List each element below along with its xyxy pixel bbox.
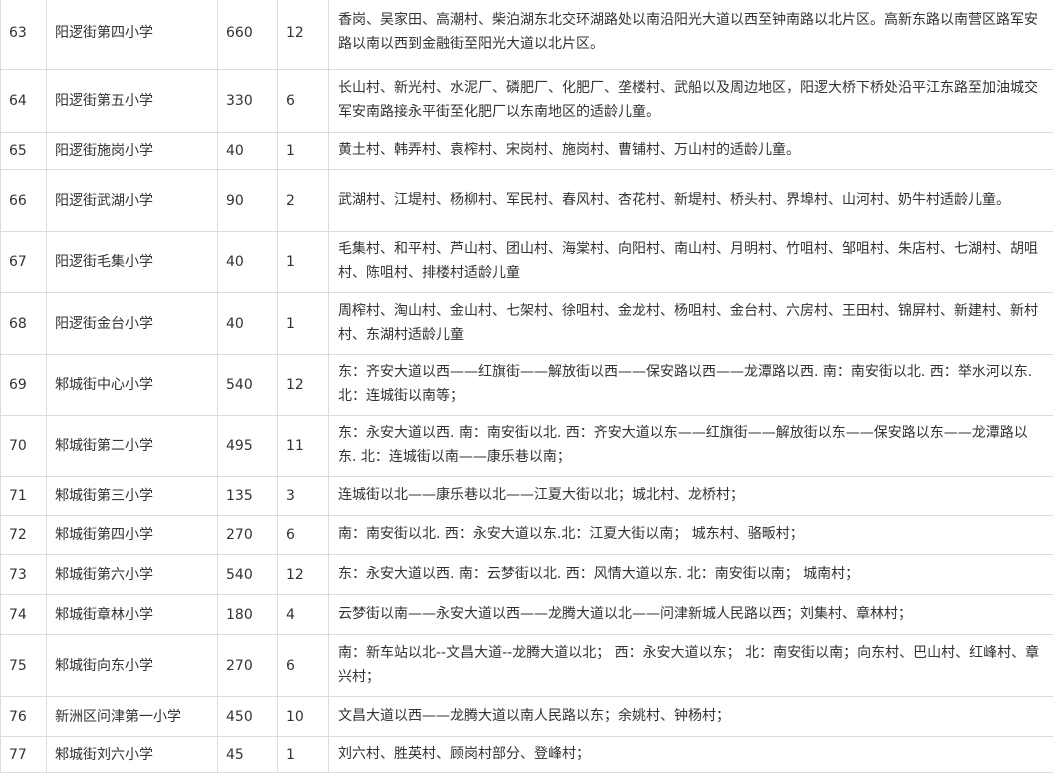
enrollment-area: 刘六村、胜英村、顾岗村部分、登峰村；: [329, 737, 1053, 773]
class-count: 1: [278, 737, 329, 773]
student-count: 540: [218, 555, 278, 595]
table-row: 72 邾城街第四小学 270 6 南：南安街以北. 西：永安大道以东.北：江夏大…: [1, 516, 1053, 555]
school-name: 阳逻街施岗小学: [47, 133, 218, 170]
school-name: 邾城街第三小学: [47, 477, 218, 516]
class-count: 1: [278, 293, 329, 355]
student-count: 270: [218, 635, 278, 697]
table-row: 75 邾城街向东小学 270 6 南：新车站以北--文昌大道--龙腾大道以北； …: [1, 635, 1053, 697]
class-count: 1: [278, 133, 329, 170]
enrollment-area: 周榨村、淘山村、金山村、七架村、徐咀村、金龙村、杨咀村、金台村、六房村、王田村、…: [329, 293, 1053, 355]
table-row: 67 阳逻街毛集小学 40 1 毛集村、和平村、芦山村、团山村、海棠村、向阳村、…: [1, 232, 1053, 293]
enrollment-area: 云梦街以南——永安大道以西——龙腾大道以北——问津新城人民路以西；刘集村、章林村…: [329, 595, 1053, 635]
row-number: 66: [1, 170, 47, 232]
row-number: 75: [1, 635, 47, 697]
student-count: 180: [218, 595, 278, 635]
enrollment-area: 长山村、新光村、水泥厂、磷肥厂、化肥厂、垄楼村、武船以及周边地区，阳逻大桥下桥处…: [329, 70, 1053, 133]
enrollment-area: 毛集村、和平村、芦山村、团山村、海棠村、向阳村、南山村、月明村、竹咀村、邹咀村、…: [329, 232, 1053, 293]
school-name: 邾城街章林小学: [47, 595, 218, 635]
school-name: 邾城街第四小学: [47, 516, 218, 555]
table-row: 74 邾城街章林小学 180 4 云梦街以南——永安大道以西——龙腾大道以北——…: [1, 595, 1053, 635]
table-row: 64 阳逻街第五小学 330 6 长山村、新光村、水泥厂、磷肥厂、化肥厂、垄楼村…: [1, 70, 1053, 133]
row-number: 74: [1, 595, 47, 635]
school-name: 邾城街中心小学: [47, 355, 218, 416]
student-count: 40: [218, 293, 278, 355]
enrollment-area: 南：新车站以北--文昌大道--龙腾大道以北； 西：永安大道以东； 北：南安街以南…: [329, 635, 1053, 697]
school-name: 邾城街第六小学: [47, 555, 218, 595]
row-number: 73: [1, 555, 47, 595]
row-number: 64: [1, 70, 47, 133]
class-count: 12: [278, 555, 329, 595]
school-name: 阳逻街第五小学: [47, 70, 218, 133]
row-number: 72: [1, 516, 47, 555]
row-number: 76: [1, 697, 47, 737]
enrollment-area: 东：永安大道以西. 南：云梦街以北. 西：风情大道以东. 北：南安街以南； 城南…: [329, 555, 1053, 595]
class-count: 2: [278, 170, 329, 232]
class-count: 11: [278, 416, 329, 477]
row-number: 71: [1, 477, 47, 516]
class-count: 6: [278, 70, 329, 133]
class-count: 6: [278, 516, 329, 555]
school-name: 阳逻街武湖小学: [47, 170, 218, 232]
table-body: 63 阳逻街第四小学 660 12 香岗、吴家田、高潮村、柴泊湖东北交环湖路处以…: [1, 0, 1053, 773]
student-count: 40: [218, 232, 278, 293]
school-district-table: 63 阳逻街第四小学 660 12 香岗、吴家田、高潮村、柴泊湖东北交环湖路处以…: [0, 0, 1053, 773]
table-row: 65 阳逻街施岗小学 40 1 黄土村、韩弄村、袁榨村、宋岗村、施岗村、曹铺村、…: [1, 133, 1053, 170]
student-count: 540: [218, 355, 278, 416]
row-number: 69: [1, 355, 47, 416]
class-count: 3: [278, 477, 329, 516]
row-number: 68: [1, 293, 47, 355]
class-count: 4: [278, 595, 329, 635]
row-number: 77: [1, 737, 47, 773]
table-row: 69 邾城街中心小学 540 12 东：齐安大道以西——红旗街——解放街以西——…: [1, 355, 1053, 416]
school-name: 邾城街刘六小学: [47, 737, 218, 773]
table-row: 76 新洲区问津第一小学 450 10 文昌大道以西——龙腾大道以南人民路以东；…: [1, 697, 1053, 737]
school-name: 阳逻街第四小学: [47, 0, 218, 70]
row-number: 67: [1, 232, 47, 293]
enrollment-area: 文昌大道以西——龙腾大道以南人民路以东；余姚村、钟杨村；: [329, 697, 1053, 737]
class-count: 1: [278, 232, 329, 293]
table-row: 68 阳逻街金台小学 40 1 周榨村、淘山村、金山村、七架村、徐咀村、金龙村、…: [1, 293, 1053, 355]
enrollment-area: 武湖村、江堤村、杨柳村、军民村、春风村、杏花村、新堤村、桥头村、界埠村、山河村、…: [329, 170, 1053, 232]
enrollment-area: 南：南安街以北. 西：永安大道以东.北：江夏大街以南； 城东村、骆畈村；: [329, 516, 1053, 555]
row-number: 70: [1, 416, 47, 477]
table-row: 77 邾城街刘六小学 45 1 刘六村、胜英村、顾岗村部分、登峰村；: [1, 737, 1053, 773]
enrollment-area: 连城街以北——康乐巷以北——江夏大街以北；城北村、龙桥村；: [329, 477, 1053, 516]
table-row: 71 邾城街第三小学 135 3 连城街以北——康乐巷以北——江夏大街以北；城北…: [1, 477, 1053, 516]
student-count: 450: [218, 697, 278, 737]
class-count: 6: [278, 635, 329, 697]
row-number: 65: [1, 133, 47, 170]
student-count: 90: [218, 170, 278, 232]
student-count: 135: [218, 477, 278, 516]
student-count: 495: [218, 416, 278, 477]
student-count: 270: [218, 516, 278, 555]
student-count: 660: [218, 0, 278, 70]
school-name: 新洲区问津第一小学: [47, 697, 218, 737]
class-count: 12: [278, 0, 329, 70]
student-count: 40: [218, 133, 278, 170]
table-row: 66 阳逻街武湖小学 90 2 武湖村、江堤村、杨柳村、军民村、春风村、杏花村、…: [1, 170, 1053, 232]
table-row: 70 邾城街第二小学 495 11 东：永安大道以西. 南：南安街以北. 西：齐…: [1, 416, 1053, 477]
class-count: 12: [278, 355, 329, 416]
enrollment-area: 黄土村、韩弄村、袁榨村、宋岗村、施岗村、曹铺村、万山村的适龄儿童。: [329, 133, 1053, 170]
enrollment-area: 东：永安大道以西. 南：南安街以北. 西：齐安大道以东——红旗街——解放街以东—…: [329, 416, 1053, 477]
student-count: 330: [218, 70, 278, 133]
school-name: 阳逻街金台小学: [47, 293, 218, 355]
table-row: 73 邾城街第六小学 540 12 东：永安大道以西. 南：云梦街以北. 西：风…: [1, 555, 1053, 595]
school-name: 阳逻街毛集小学: [47, 232, 218, 293]
class-count: 10: [278, 697, 329, 737]
enrollment-area: 香岗、吴家田、高潮村、柴泊湖东北交环湖路处以南沿阳光大道以西至钟南路以北片区。高…: [329, 0, 1053, 70]
school-name: 邾城街第二小学: [47, 416, 218, 477]
enrollment-area: 东：齐安大道以西——红旗街——解放街以西——保安路以西——龙潭路以西. 南：南安…: [329, 355, 1053, 416]
row-number: 63: [1, 0, 47, 70]
student-count: 45: [218, 737, 278, 773]
school-name: 邾城街向东小学: [47, 635, 218, 697]
table-row: 63 阳逻街第四小学 660 12 香岗、吴家田、高潮村、柴泊湖东北交环湖路处以…: [1, 0, 1053, 70]
